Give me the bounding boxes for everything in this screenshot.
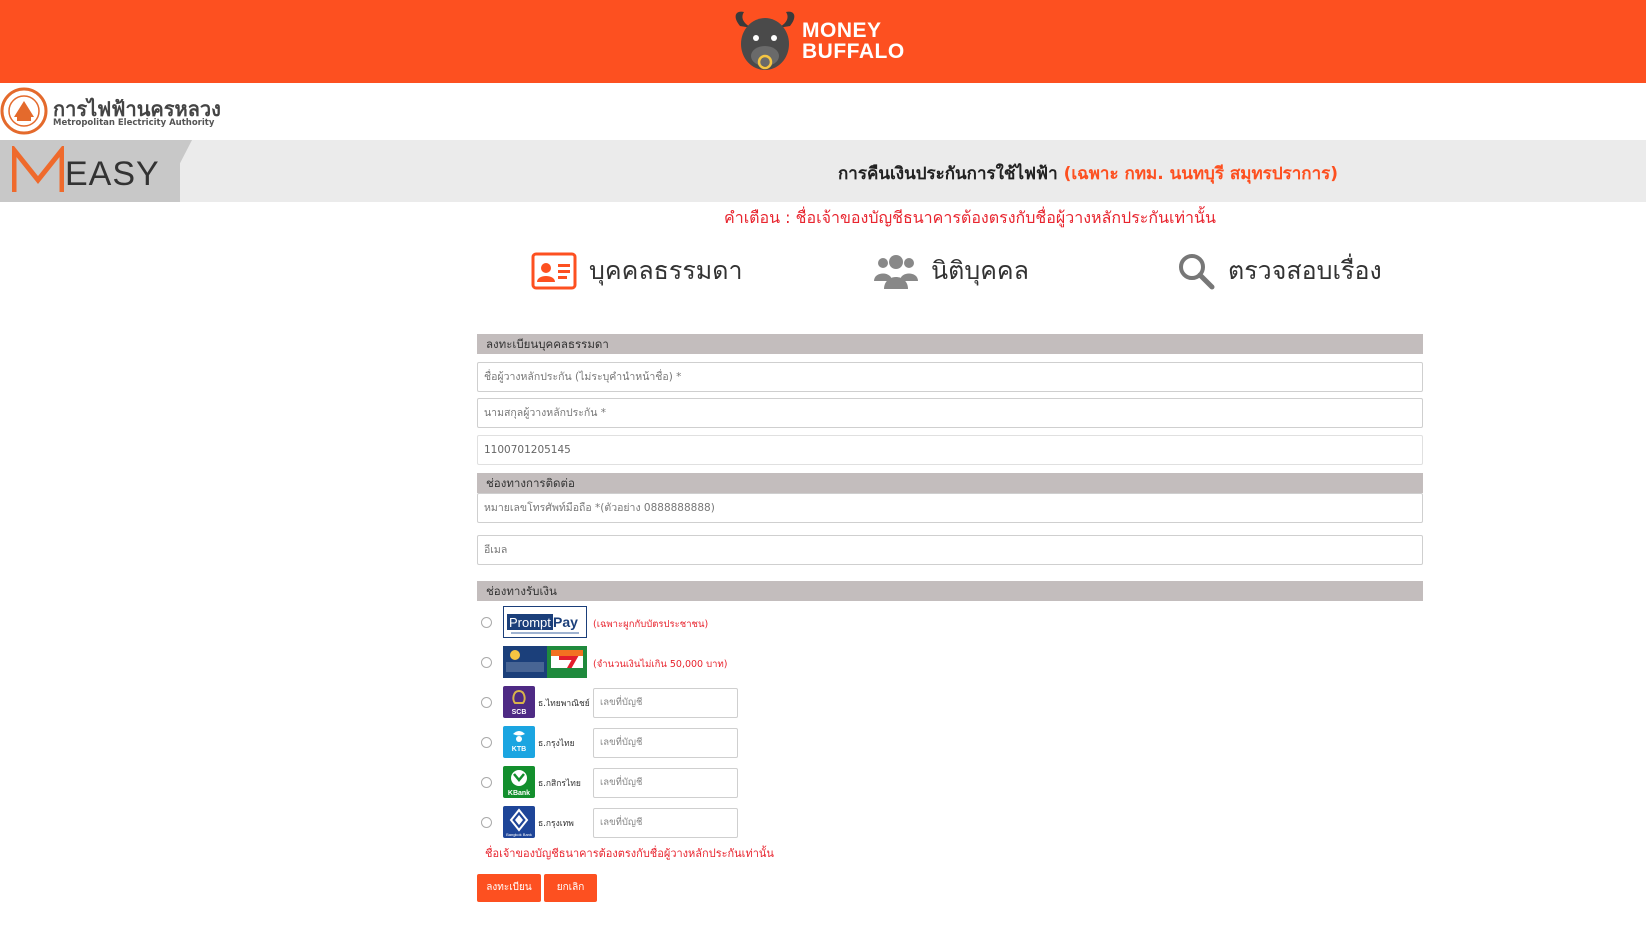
payment-option-kbank: KBank ธ.กสิกรไทย เลขที่บัญชี (477, 766, 1423, 800)
counter-service-radio[interactable] (481, 657, 492, 668)
promptpay-note: (เฉพาะผูกกับบัตรประชาชน) (593, 619, 709, 630)
promptpay-logo-icon: Prompt Pay (503, 606, 587, 638)
counter-service-note: (จำนวนเงินไม่เกิน 50,000 บาท) (593, 659, 728, 670)
id-card-icon (531, 252, 577, 290)
mea-name-en: Metropolitan Electricity Authority (53, 118, 215, 128)
mea-header: การไฟฟ้านครหลวง Metropolitan Electricity… (0, 83, 1646, 140)
brand-header: MONEY BUFFALO (0, 0, 1646, 83)
svg-text:Bangkok Bank: Bangkok Bank (506, 832, 532, 837)
ktb-radio[interactable] (481, 737, 492, 748)
tab-individual[interactable]: บุคคลธรรมดา (531, 248, 743, 294)
kbank-name: ธ.กสิกรไทย (538, 779, 581, 789)
tab-check-status[interactable]: ตรวจสอบเรื่อง (1176, 248, 1382, 294)
cancel-button[interactable]: ยกเลิก (544, 874, 597, 902)
page-title: การคืนเงินประกันการใช้ไฟฟ้า (เฉพาะ กทม. … (838, 160, 1338, 187)
svg-text:Prompt: Prompt (509, 615, 551, 630)
svg-text:SCB: SCB (512, 709, 527, 716)
ktb-name: ธ.กรุงไทย (538, 739, 575, 749)
register-button[interactable]: ลงทะเบียน (477, 874, 541, 902)
section-register: ลงทะเบียนบุคคลธรรมดา (477, 334, 1423, 354)
ktb-logo-icon: KTB (503, 726, 535, 758)
people-icon (874, 255, 918, 289)
bank-name-note: ชื่อเจ้าของบัญชีธนาคารต้องตรงกับชื่อผู้ว… (485, 847, 774, 860)
warning-text: คำเตือน : ชื่อเจ้าของบัญชีธนาคารต้องตรงก… (724, 208, 1216, 227)
payment-option-bbl: Bangkok Bank ธ.กรุงเทพ เลขที่บัญชี (477, 806, 1423, 840)
svg-text:KBank: KBank (508, 790, 530, 797)
page-title-main: การคืนเงินประกันการใช้ไฟฟ้า (838, 164, 1058, 184)
section-contact: ช่องทางการติดต่อ (477, 473, 1423, 493)
search-icon (1179, 254, 1215, 290)
phone-input[interactable]: หมายเลขโทรศัพท์มือถือ *(ตัวอย่าง 0888888… (477, 493, 1423, 523)
payment-option-promptpay: Prompt Pay (เฉพาะผูกกับบัตรประชาชน) (477, 606, 1423, 640)
bbl-account-input[interactable]: เลขที่บัญชี (593, 808, 738, 838)
easy-logo-text: EASY (65, 155, 160, 193)
brand-line2: BUFFALO (802, 40, 905, 63)
svg-text:KTB: KTB (512, 746, 526, 753)
service-banner: EASY การคืนเงินประกันการใช้ไฟฟ้า (เฉพาะ … (0, 140, 1646, 202)
svg-text:Pay: Pay (553, 614, 578, 630)
scb-radio[interactable] (481, 697, 492, 708)
brand-line1: MONEY (802, 19, 882, 42)
account-id-input[interactable]: 1100701205145 (477, 435, 1423, 465)
tab-juristic-label: นิติบุคคล (931, 256, 1029, 285)
bbl-radio[interactable] (481, 817, 492, 828)
tab-individual-label: บุคคลธรรมดา (589, 256, 743, 285)
promptpay-radio[interactable] (481, 617, 492, 628)
first-name-input[interactable]: ชื่อผู้วางหลักประกัน (ไม่ระบุคำนำหน้าชื่… (477, 362, 1423, 392)
payment-option-ktb: KTB ธ.กรุงไทย เลขที่บัญชี (477, 726, 1423, 760)
counter-service-logo-icon (503, 646, 587, 678)
email-input[interactable]: อีเมล (477, 535, 1423, 565)
ktb-account-input[interactable]: เลขที่บัญชี (593, 728, 738, 758)
tab-check-status-label: ตรวจสอบเรื่อง (1228, 256, 1382, 285)
brand-wordmark: MONEY BUFFALO (802, 20, 905, 62)
last-name-input[interactable]: นามสกุลผู้วางหลักประกัน * (477, 398, 1423, 428)
payment-option-counter-service: (จำนวนเงินไม่เกิน 50,000 บาท) (477, 646, 1423, 680)
bbl-logo-icon: Bangkok Bank (503, 806, 535, 838)
kbank-account-input[interactable]: เลขที่บัญชี (593, 768, 738, 798)
mea-m-logo-icon (12, 146, 64, 192)
page-title-area: (เฉพาะ กทม. นนทบุรี สมุทรปราการ) (1063, 164, 1339, 184)
kbank-radio[interactable] (481, 777, 492, 788)
tab-juristic[interactable]: นิติบุคคล (873, 248, 1029, 294)
easy-logo-slant (160, 140, 192, 202)
kbank-logo-icon: KBank (503, 766, 535, 798)
scb-account-input[interactable]: เลขที่บัญชี (593, 688, 738, 718)
payment-option-scb: SCB ธ.ไทยพาณิชย์ เลขที่บัญชี (477, 686, 1423, 720)
section-payment: ช่องทางรับเงิน (477, 581, 1423, 601)
bbl-name: ธ.กรุงเทพ (538, 819, 574, 829)
scb-logo-icon: SCB (503, 686, 535, 718)
mea-seal-icon[interactable] (0, 87, 48, 135)
scb-name: ธ.ไทยพาณิชย์ (538, 699, 590, 709)
